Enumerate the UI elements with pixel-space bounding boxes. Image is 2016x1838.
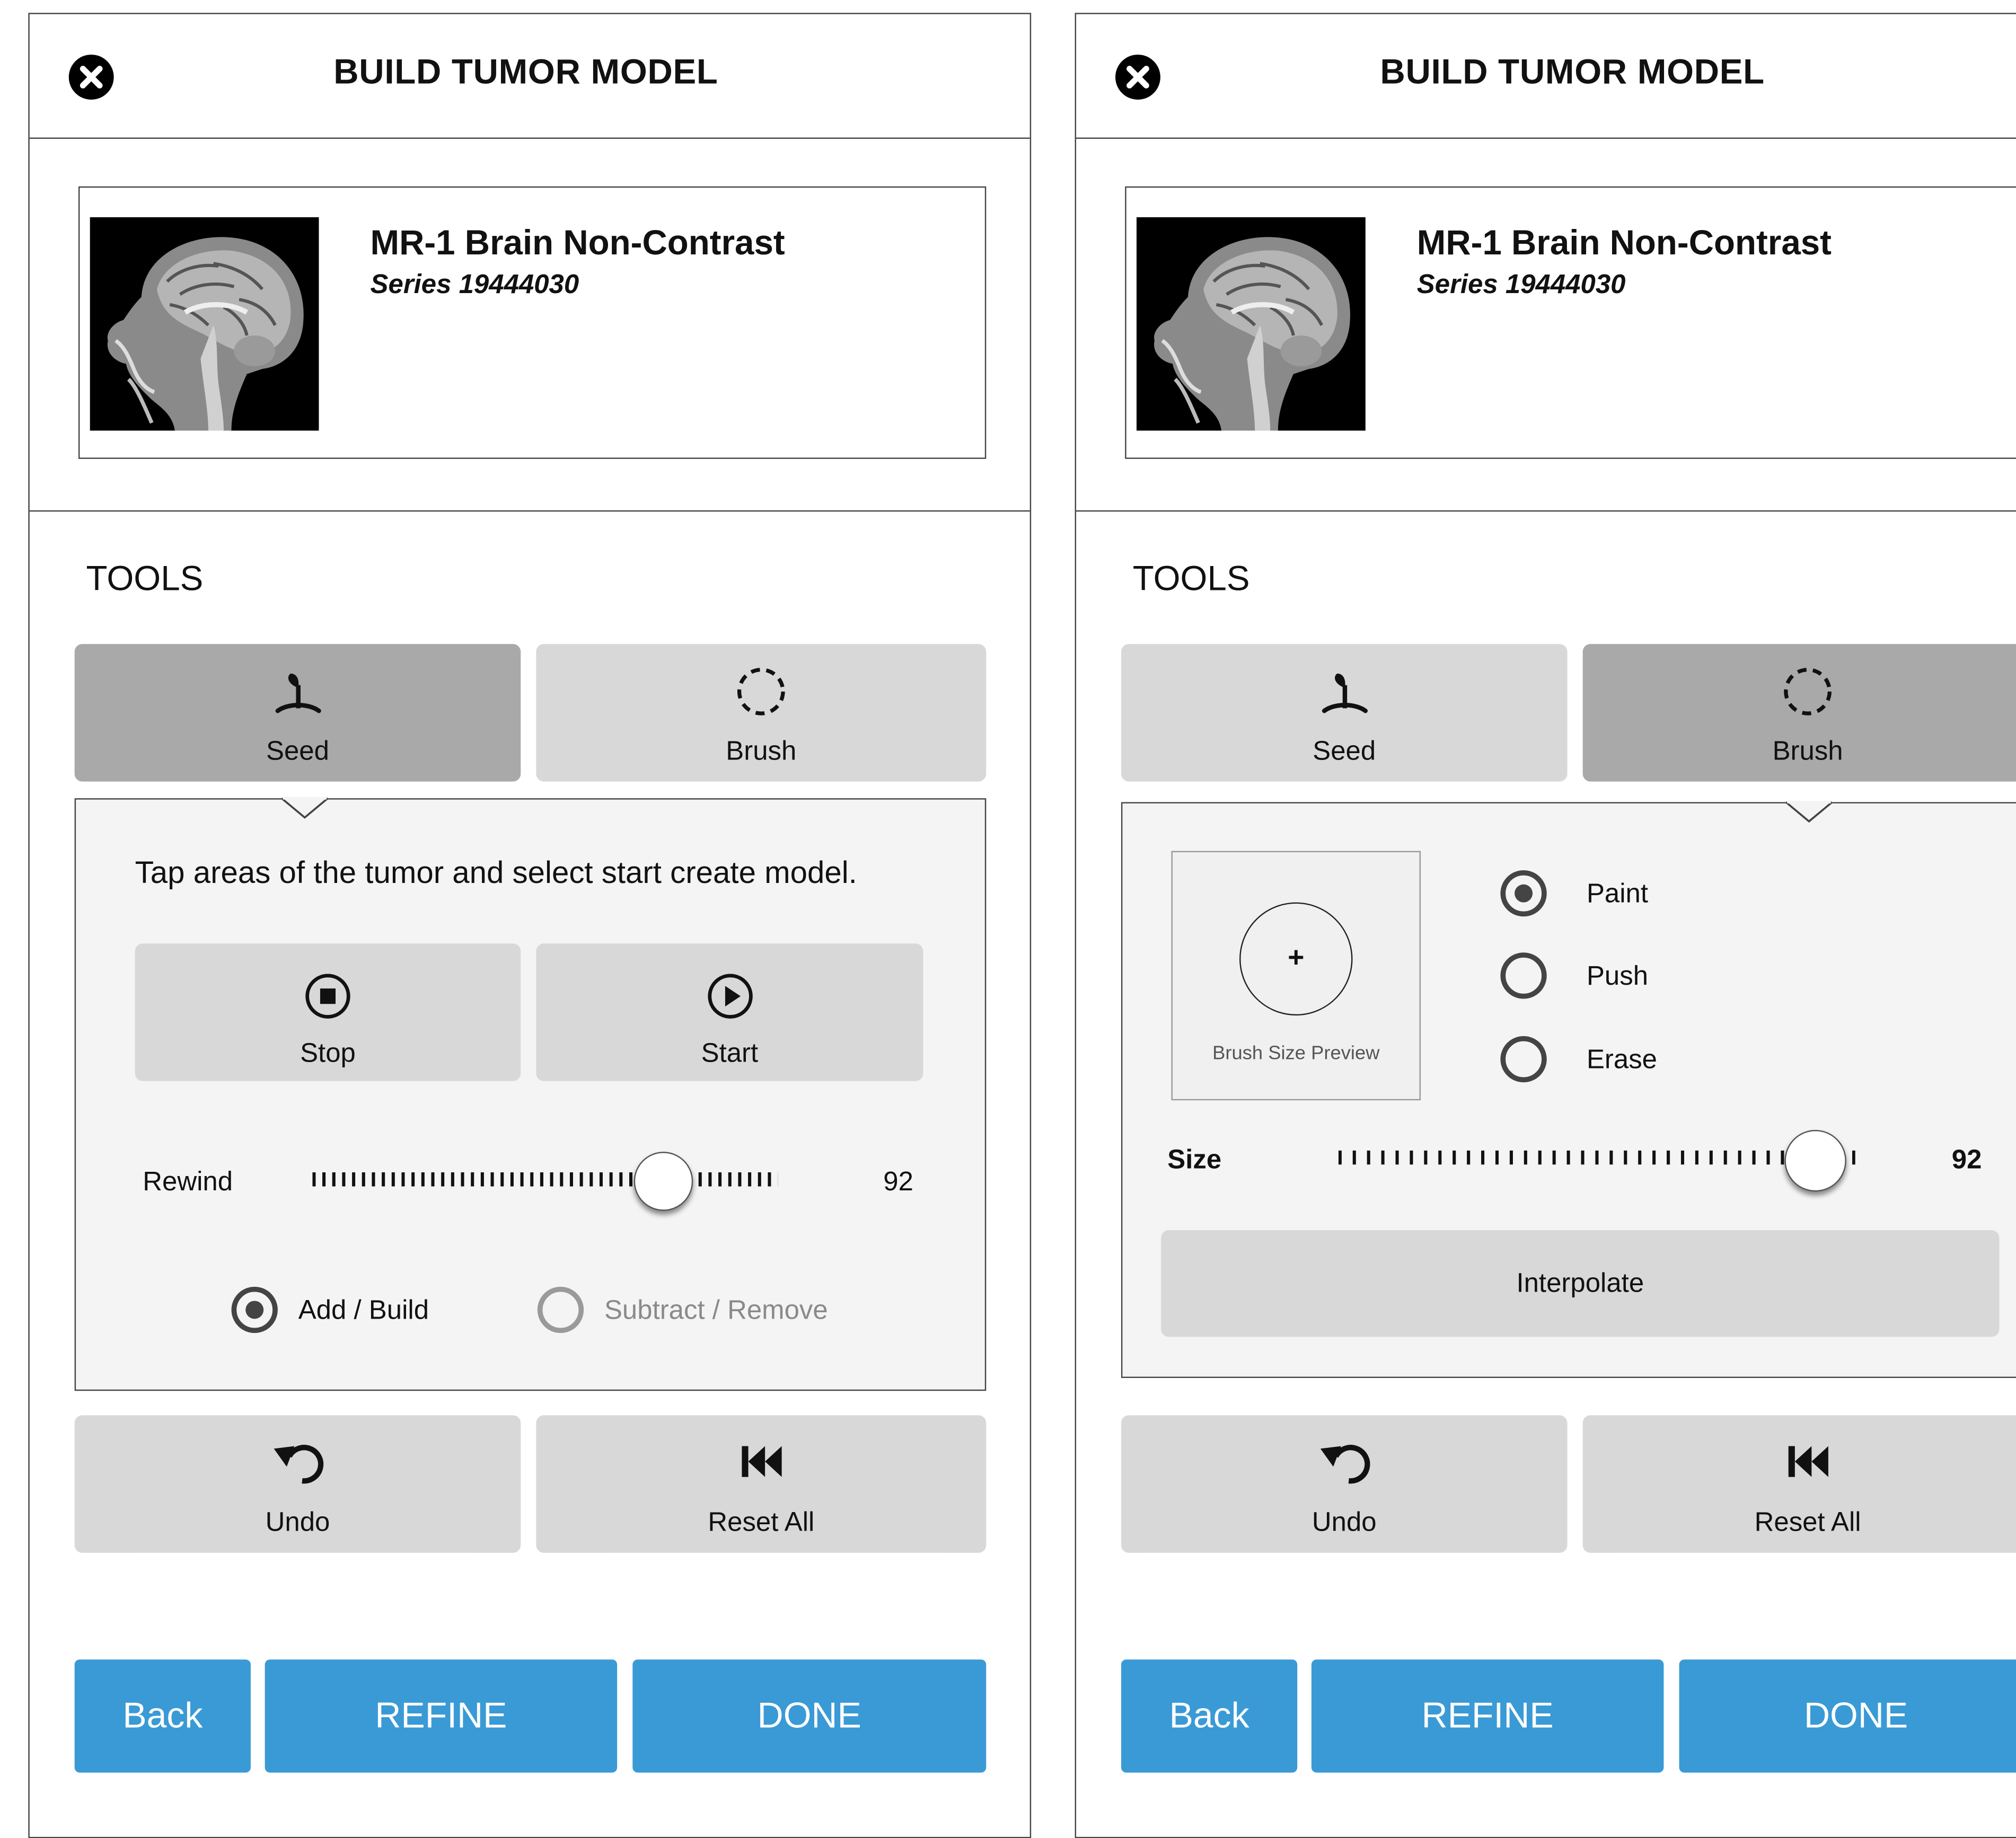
back-button[interactable]: Back — [74, 1659, 251, 1773]
play-icon — [707, 974, 752, 1019]
undo-label: Undo — [1311, 1507, 1377, 1537]
series-name: MR-1 Brain Non-Contrast — [1416, 224, 1832, 262]
seed-tool-label: Seed — [1313, 736, 1376, 766]
series-name: MR-1 Brain Non-Contrast — [370, 224, 785, 262]
series-section: MR-1 Brain Non-Contrast Series 19444030 — [1076, 138, 2016, 512]
tools-heading: TOOLS — [1132, 559, 1250, 598]
rewind-slider-track — [312, 1172, 778, 1187]
add-build-label: Add / Build — [298, 1295, 429, 1326]
seed-options-panel: Tap areas of the tumor and select start … — [74, 797, 987, 1391]
series-number: Series 19444030 — [1416, 270, 1626, 300]
rewind-label: Rewind — [143, 1167, 233, 1197]
paint-radio[interactable] — [1500, 870, 1547, 917]
start-label: Start — [701, 1038, 759, 1068]
page-title: BUILD TUMOR MODEL — [1380, 52, 1765, 92]
brush-options-panel: + Brush Size Preview Paint Push Erase Si… — [1121, 801, 2016, 1378]
instruction-text: Tap areas of the tumor and select start … — [135, 856, 857, 891]
seed-tool-button[interactable]: Seed — [1121, 644, 1568, 782]
panel-pointer — [1785, 801, 1833, 823]
seed-tool-label: Seed — [266, 736, 329, 766]
rewind-value: 92 — [883, 1167, 913, 1197]
seed-icon — [1321, 673, 1367, 713]
done-button[interactable]: DONE — [1679, 1659, 2016, 1773]
size-slider-track — [1338, 1150, 1855, 1165]
skip-back-icon — [1788, 1446, 1828, 1477]
reset-all-button[interactable]: Reset All — [1582, 1415, 2016, 1553]
reset-all-button[interactable]: Reset All — [536, 1415, 987, 1553]
mri-thumbnail — [90, 217, 319, 431]
screen-seed: BUILD TUMOR MODEL MR-1 Brain Non-Contras… — [28, 13, 1032, 1838]
interpolate-label: Interpolate — [1516, 1268, 1644, 1298]
dashed-circle-icon — [1784, 667, 1832, 715]
back-button[interactable]: Back — [1121, 1659, 1298, 1773]
brush-size-preview: + Brush Size Preview — [1171, 851, 1421, 1101]
series-card[interactable]: MR-1 Brain Non-Contrast Series 19444030 — [78, 186, 987, 459]
brush-tool-label: Brush — [726, 736, 797, 766]
interpolate-button[interactable]: Interpolate — [1161, 1230, 2000, 1337]
skip-back-icon — [742, 1446, 782, 1477]
size-value: 92 — [1951, 1145, 1982, 1175]
push-radio[interactable] — [1500, 952, 1547, 999]
stop-button[interactable]: Stop — [135, 943, 521, 1081]
size-slider-thumb[interactable] — [1784, 1129, 1846, 1192]
series-card[interactable]: MR-1 Brain Non-Contrast Series 19444030 — [1125, 186, 2016, 459]
series-number: Series 19444030 — [370, 270, 579, 300]
brush-preview-circle: + — [1239, 902, 1353, 1016]
stop-icon — [305, 974, 350, 1019]
panel-pointer — [281, 797, 328, 819]
undo-button[interactable]: Undo — [1121, 1415, 1568, 1553]
brush-tool-label: Brush — [1772, 736, 1843, 766]
brush-tool-button[interactable]: Brush — [1582, 644, 2016, 782]
seed-icon — [275, 673, 321, 713]
screen-brush: BUILD TUMOR MODEL MR-1 Brain Non-Contras… — [1075, 13, 2016, 1838]
undo-button[interactable]: Undo — [74, 1415, 521, 1553]
brush-preview-label: Brush Size Preview — [1212, 1042, 1380, 1065]
undo-icon — [273, 1445, 323, 1484]
mri-thumbnail — [1137, 217, 1366, 431]
dashed-circle-icon — [737, 667, 785, 715]
reset-all-label: Reset All — [708, 1507, 815, 1537]
header: BUILD TUMOR MODEL — [29, 14, 1030, 139]
reset-all-label: Reset All — [1754, 1507, 1861, 1537]
header: BUILD TUMOR MODEL — [1076, 14, 2016, 139]
stop-label: Stop — [300, 1038, 356, 1068]
paint-label: Paint — [1586, 879, 1649, 909]
seed-tool-button[interactable]: Seed — [74, 644, 521, 782]
push-label: Push — [1586, 961, 1649, 991]
add-build-radio[interactable] — [231, 1286, 278, 1333]
undo-icon — [1319, 1445, 1370, 1484]
size-slider[interactable] — [1338, 1129, 1855, 1194]
refine-button[interactable]: REFINE — [265, 1659, 618, 1773]
size-label: Size — [1167, 1145, 1222, 1175]
erase-radio[interactable] — [1500, 1036, 1547, 1083]
subtract-remove-label: Subtract / Remove — [604, 1295, 828, 1326]
done-button[interactable]: DONE — [632, 1659, 987, 1773]
refine-button[interactable]: REFINE — [1311, 1659, 1664, 1773]
tools-heading: TOOLS — [86, 559, 204, 598]
subtract-remove-radio[interactable] — [537, 1286, 584, 1333]
brush-tool-button[interactable]: Brush — [536, 644, 987, 782]
erase-label: Erase — [1586, 1045, 1657, 1075]
rewind-slider[interactable] — [312, 1152, 778, 1218]
page-title: BUILD TUMOR MODEL — [333, 52, 718, 92]
start-button[interactable]: Start — [536, 943, 923, 1081]
rewind-slider-thumb[interactable] — [633, 1152, 693, 1211]
series-section: MR-1 Brain Non-Contrast Series 19444030 — [29, 138, 1030, 512]
undo-label: Undo — [265, 1507, 330, 1537]
